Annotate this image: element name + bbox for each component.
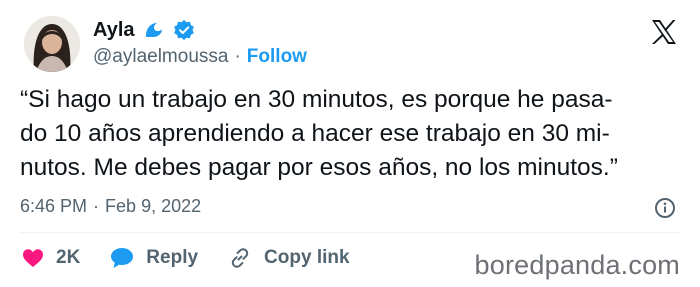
- watermark: boredpanda.com: [474, 250, 680, 280]
- tweet-text: “Si hago un trabajo en 30 minutos, es po…: [20, 83, 680, 185]
- separator-dot: ·: [234, 46, 241, 67]
- reply-button[interactable]: Reply: [110, 247, 198, 269]
- follow-button[interactable]: Follow: [247, 46, 307, 68]
- tweet-line: nutos. Me debes pagar por esos años, no …: [20, 154, 618, 181]
- author-row: Ayla: [93, 17, 195, 43]
- separator-dot: ·: [93, 196, 100, 216]
- handle-row: @aylaelmoussa · Follow: [93, 46, 307, 68]
- divider: [20, 232, 680, 233]
- link-icon: [231, 248, 249, 268]
- tweet-date[interactable]: Feb 9, 2022: [105, 196, 201, 217]
- tweet-timestamp[interactable]: 6:46 PM · Feb 9, 2022: [20, 196, 201, 217]
- tweet-line: “Si hago un trabajo en 30 minutos, es po…: [20, 86, 613, 113]
- author-handle[interactable]: @aylaelmoussa: [93, 46, 228, 68]
- wave-icon: [142, 19, 165, 41]
- reply-label: Reply: [146, 247, 199, 268]
- like-count: 2K: [56, 247, 81, 268]
- info-icon[interactable]: [654, 197, 676, 219]
- avatar[interactable]: [24, 16, 80, 72]
- tweet-line: do 10 años aprendiendo a hacer ese traba…: [20, 120, 610, 147]
- tweet-time[interactable]: 6:46 PM: [20, 196, 87, 217]
- copy-link-label: Copy link: [264, 247, 350, 268]
- copy-link-button[interactable]: Copy link: [228, 246, 350, 270]
- speech-bubble-icon: [111, 248, 134, 268]
- author-name[interactable]: Ayla: [93, 19, 135, 42]
- action-bar: 2K Reply Copy link: [22, 246, 380, 270]
- x-logo-icon[interactable]: [650, 18, 678, 46]
- heart-icon: [23, 249, 43, 267]
- verified-badge-icon: [173, 19, 195, 41]
- like-button[interactable]: 2K: [22, 247, 80, 269]
